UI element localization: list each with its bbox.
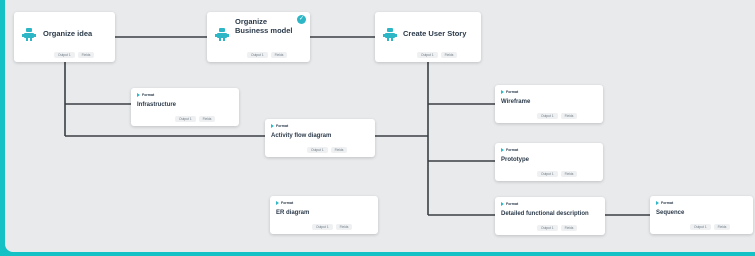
node-title: Sequence bbox=[656, 210, 685, 216]
fields-badge: Fields bbox=[198, 116, 216, 122]
fields-badge: Fields bbox=[560, 171, 578, 177]
output-badge: Output 1 bbox=[690, 224, 711, 230]
node-title: ER diagram bbox=[276, 210, 310, 216]
node-sequence[interactable]: Format Sequence Output 1 Fields bbox=[650, 196, 753, 234]
node-title: Create User Story bbox=[403, 29, 467, 38]
node-organize-business-model[interactable]: ✓ Organize Business model Output 1 Field… bbox=[207, 12, 310, 62]
play-icon bbox=[137, 93, 140, 97]
robot-icon bbox=[215, 28, 229, 41]
output-badge: Output 1 bbox=[417, 52, 438, 58]
node-title: Wireframe bbox=[501, 99, 531, 105]
node-title: Organize idea bbox=[43, 29, 93, 38]
output-badge: Output 1 bbox=[247, 52, 268, 58]
tag-label: Format bbox=[142, 93, 155, 97]
workflow-canvas[interactable]: Organize idea Output 1 Fields ✓ Organize… bbox=[5, 0, 755, 252]
fields-badge: Fields bbox=[440, 52, 458, 58]
play-icon bbox=[501, 90, 504, 94]
format-tag: Format bbox=[137, 93, 154, 97]
play-icon bbox=[501, 202, 504, 206]
node-wireframe[interactable]: Format Wireframe Output 1 Fields bbox=[495, 85, 603, 123]
tag-label: Format bbox=[506, 90, 519, 94]
fields-badge: Fields bbox=[560, 113, 578, 119]
robot-icon bbox=[22, 28, 36, 41]
output-badge: Output 1 bbox=[307, 147, 328, 153]
node-activity-flow-diagram[interactable]: Format Activity flow diagram Output 1 Fi… bbox=[265, 119, 375, 157]
node-detailed-functional-description[interactable]: Format Detailed functional description O… bbox=[495, 197, 605, 235]
output-badge: Output 1 bbox=[54, 52, 75, 58]
fields-badge: Fields bbox=[335, 224, 353, 230]
node-prototype[interactable]: Format Prototype Output 1 Fields bbox=[495, 143, 603, 181]
format-tag: Format bbox=[501, 90, 518, 94]
node-infrastructure[interactable]: Format Infrastructure Output 1 Fields bbox=[131, 88, 239, 126]
play-icon bbox=[271, 124, 274, 128]
output-badge: Output 1 bbox=[175, 116, 196, 122]
fields-badge: Fields bbox=[270, 52, 288, 58]
node-title: Detailed functional description bbox=[501, 211, 589, 217]
output-badge: Output 1 bbox=[537, 113, 558, 119]
fields-badge: Fields bbox=[713, 224, 731, 230]
tag-label: Format bbox=[276, 124, 289, 128]
output-badge: Output 1 bbox=[537, 225, 558, 231]
output-badge: Output 1 bbox=[537, 171, 558, 177]
tag-label: Format bbox=[506, 148, 519, 152]
format-tag: Format bbox=[656, 201, 673, 205]
node-title: Infrastructure bbox=[137, 102, 177, 108]
node-title: Activity flow diagram bbox=[271, 133, 332, 139]
robot-icon bbox=[383, 28, 397, 41]
output-badge: Output 1 bbox=[312, 224, 333, 230]
play-icon bbox=[501, 148, 504, 152]
node-create-user-story[interactable]: Create User Story Output 1 Fields bbox=[375, 12, 481, 62]
node-title: Organize Business model bbox=[235, 17, 293, 35]
check-icon: ✓ bbox=[297, 15, 306, 24]
node-er-diagram[interactable]: Format ER diagram Output 1 Fields bbox=[270, 196, 378, 234]
tag-label: Format bbox=[281, 201, 294, 205]
format-tag: Format bbox=[271, 124, 288, 128]
format-tag: Format bbox=[276, 201, 293, 205]
tag-label: Format bbox=[661, 201, 674, 205]
node-organize-idea[interactable]: Organize idea Output 1 Fields bbox=[14, 12, 115, 62]
format-tag: Format bbox=[501, 202, 518, 206]
node-title-line1: Organize bbox=[235, 17, 268, 26]
tag-label: Format bbox=[506, 202, 519, 206]
node-title-line2: Business model bbox=[235, 26, 293, 35]
play-icon bbox=[656, 201, 659, 205]
node-title: Prototype bbox=[501, 157, 530, 163]
fields-badge: Fields bbox=[560, 225, 578, 231]
fields-badge: Fields bbox=[330, 147, 348, 153]
format-tag: Format bbox=[501, 148, 518, 152]
fields-badge: Fields bbox=[77, 52, 95, 58]
play-icon bbox=[276, 201, 279, 205]
